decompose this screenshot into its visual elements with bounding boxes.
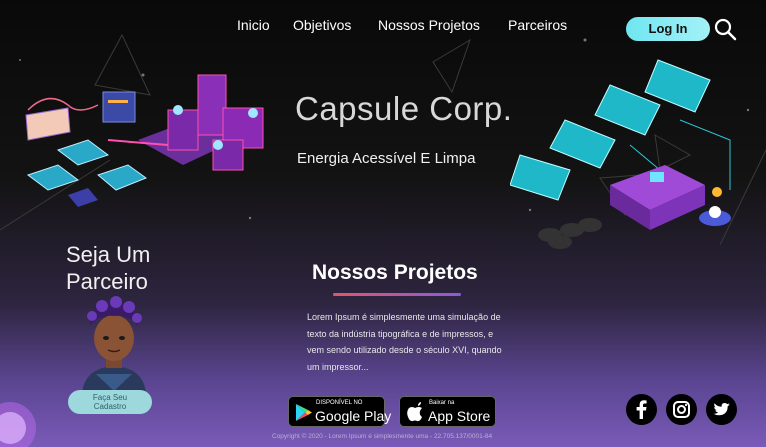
brand-subtitle: Energia Acessível E Limpa [297,150,476,167]
search-icon [714,18,737,41]
glow-orb [0,402,36,447]
login-button[interactable]: Log In [626,17,710,41]
nav-parceiros[interactable]: Parceiros [508,17,567,33]
google-play-small-text: DISPONÍVEL NO [316,400,363,406]
nav-inicio[interactable]: Inicio [237,17,270,33]
footer-copyright: Copyright © 2020 - Lorem Ipsum é simples… [272,433,493,440]
solar-illustration [510,59,731,249]
instagram-icon [673,401,690,418]
instagram-button[interactable] [666,394,697,425]
google-play-label: Google Play [315,408,392,424]
projects-divider [333,293,461,296]
apple-icon [407,402,422,422]
app-store-small-text: Baixar na [429,400,455,406]
city-illustration [25,74,264,207]
avatar [82,296,146,394]
projects-heading: Nossos Projetos [312,261,478,284]
signup-line1: Faça Seu [92,393,128,402]
app-store-label: App Store [428,408,491,424]
twitter-icon [713,403,730,416]
twitter-button[interactable] [706,394,737,425]
signup-line2: Cadastro [93,402,127,411]
google-play-icon [296,404,312,421]
google-play-button[interactable]: DISPONÍVEL NO Google Play [288,396,391,427]
partner-heading: Seja Um Parceiro [66,242,151,294]
search-button[interactable] [713,17,737,41]
brand-title: Capsule Corp. [295,90,513,127]
signup-button[interactable]: Faça Seu Cadastro [68,390,152,414]
facebook-icon [636,400,647,419]
nav-nossos-projetos[interactable]: Nossos Projetos [378,17,480,33]
app-store-button[interactable]: Baixar na App Store [399,396,496,427]
projects-description: Lorem Ipsum é simplesmente uma simulação… [307,312,502,372]
nav-objetivos[interactable]: Objetivos [293,17,351,33]
facebook-button[interactable] [626,394,657,425]
